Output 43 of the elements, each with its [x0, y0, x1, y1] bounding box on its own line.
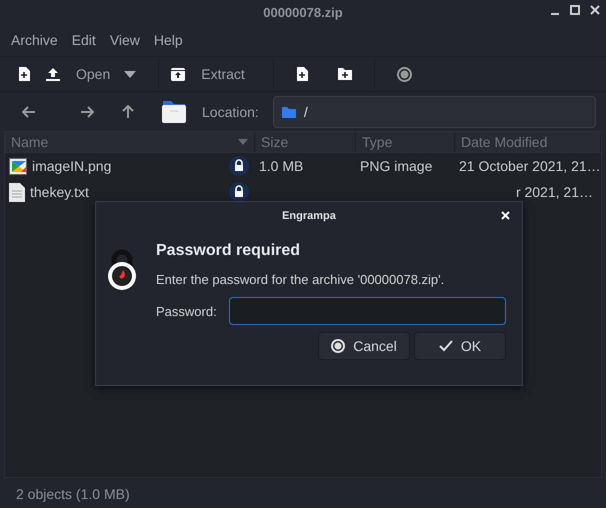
date-modified: 21 October 2021, 21… — [459, 158, 601, 174]
file-name: thekey.txt — [30, 184, 89, 200]
file-type: PNG image — [360, 158, 432, 174]
upload-icon — [46, 67, 60, 81]
padlock-icon — [106, 248, 138, 292]
ok-button[interactable]: OK — [414, 332, 506, 360]
close-icon[interactable] — [590, 5, 600, 15]
cancel-button[interactable]: Cancel — [318, 332, 410, 360]
up-arrow-icon[interactable] — [122, 105, 134, 119]
add-folder-icon[interactable] — [338, 68, 352, 80]
folder-icon — [282, 106, 296, 118]
dialog-message: Enter the password for the archive '00000078.zip'. — [156, 272, 446, 287]
window-title: 00000078.zip — [263, 4, 343, 20]
text-file-icon — [9, 182, 25, 202]
dropdown-caret-icon[interactable] — [124, 70, 136, 78]
stop-icon — [331, 339, 346, 353]
maximize-icon[interactable] — [570, 5, 580, 15]
file-size: 1.0 MB — [259, 158, 304, 174]
forward-arrow-icon[interactable] — [80, 106, 94, 118]
menu-item[interactable]: Edit — [64, 32, 103, 48]
image-file-icon — [9, 158, 27, 174]
menu-item[interactable]: Help — [146, 32, 190, 48]
extract-button[interactable]: Extract — [163, 59, 253, 89]
location-field[interactable]: / — [272, 96, 596, 128]
password-field[interactable] — [228, 297, 506, 325]
open-button[interactable]: Open — [38, 59, 118, 89]
status-text: 2 objects (1.0 MB) — [16, 486, 130, 502]
menu-item[interactable]: Archive — [4, 32, 65, 48]
new-file-icon[interactable] — [18, 67, 30, 81]
password-label: Password: — [156, 304, 217, 318]
check-icon — [438, 340, 453, 352]
sort-caret-icon[interactable] — [238, 139, 248, 145]
add-file-icon[interactable] — [296, 67, 308, 81]
menu-item[interactable]: View — [102, 32, 147, 48]
back-arrow-icon[interactable] — [22, 106, 36, 118]
stop-icon[interactable] — [396, 66, 412, 82]
location-label: Location: — [202, 104, 259, 120]
folder-icon[interactable] — [162, 101, 186, 123]
archive-box-icon — [171, 68, 186, 80]
date-modified: r 2021, 21… — [516, 184, 593, 200]
file-name: imageIN.png — [32, 158, 112, 174]
dialog-title: Engrampa — [282, 210, 336, 222]
dialog-heading: Password required — [156, 242, 302, 260]
